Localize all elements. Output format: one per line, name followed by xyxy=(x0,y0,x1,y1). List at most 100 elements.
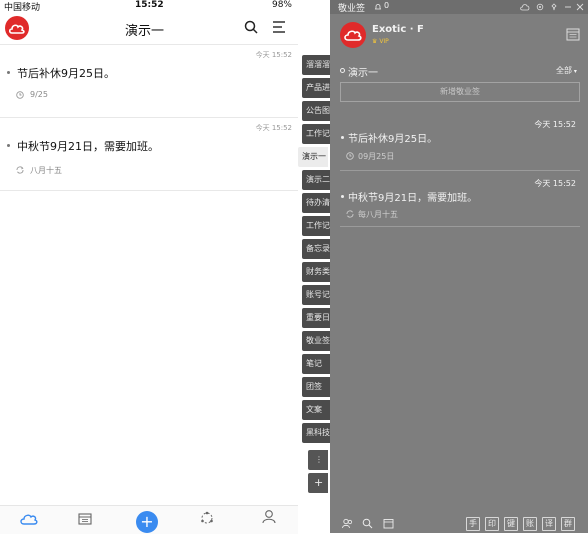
team-icon[interactable] xyxy=(342,518,353,529)
note-reminder-date: 09月25日 xyxy=(358,152,395,161)
close-icon[interactable] xyxy=(576,3,584,11)
list-item[interactable]: 今天 15:52 中秋节9月21日，需要加班。 每八月十五 xyxy=(330,174,588,226)
tab-notes[interactable] xyxy=(14,510,44,529)
category-tab[interactable]: 产品进 xyxy=(302,78,330,98)
add-category-button[interactable]: + xyxy=(308,473,328,493)
category-bullet xyxy=(340,68,345,73)
user-icon xyxy=(262,510,276,524)
category-title: 演示一 xyxy=(348,68,378,79)
category-tabs: 溜溜溜 产品进 公告图 工作记 演示一 演示二 待办清 工作记 备忘录 财务类 账号记 重要日 敬业签笔… xyxy=(298,55,330,495)
category-tab[interactable]: 溜溜溜 xyxy=(302,55,330,75)
category-tab[interactable]: 演示二 xyxy=(302,170,330,190)
keyboard-button[interactable]: 键 xyxy=(504,517,518,531)
repeat-icon xyxy=(16,166,24,174)
user-avatar[interactable] xyxy=(340,22,366,48)
account-button[interactable]: 账 xyxy=(523,517,537,531)
search-icon[interactable] xyxy=(362,518,373,529)
page-title[interactable]: 演示一 xyxy=(125,20,164,39)
note-timestamp: 今天 15:52 xyxy=(255,51,292,59)
divider xyxy=(340,226,580,227)
divider xyxy=(0,44,298,45)
category-tab[interactable]: 重要日 xyxy=(302,308,330,328)
category-tab[interactable]: 演示一 xyxy=(298,147,328,167)
category-tab[interactable]: 工作记 xyxy=(302,124,330,144)
app-name: 敬业签 xyxy=(338,4,366,14)
battery-label: 98% xyxy=(271,0,292,10)
clock-icon xyxy=(16,91,24,99)
chevron-down-icon: ▾ xyxy=(572,68,577,75)
note-reminder-date: 9/25 xyxy=(30,90,48,99)
note-timestamp: 今天 15:52 xyxy=(534,179,576,188)
desktop-panel: 敬业签 0 Exotic · F ♛ VIP 演示一 全部 ▾ 新增敬业签 今天… xyxy=(330,0,588,533)
list-item[interactable]: 今天 15:52 节后补休9月25日。 09月25日 xyxy=(330,115,588,169)
team-icon xyxy=(201,511,213,524)
user-name: Exotic · F xyxy=(372,24,424,35)
add-note-button[interactable]: + xyxy=(136,511,158,533)
bullet xyxy=(7,71,10,74)
category-tab[interactable]: 工作记 xyxy=(302,216,330,236)
cloud-sync-icon[interactable] xyxy=(520,3,530,11)
handwrite-button[interactable]: 手 xyxy=(466,517,480,531)
note-text: 中秋节9月21日，需要加班。 xyxy=(17,140,159,153)
divider xyxy=(0,190,298,191)
panel-footer: 手 印 键 账 译 群 xyxy=(330,514,588,533)
note-reminder-date: 每八月十五 xyxy=(358,210,398,219)
settings-icon[interactable] xyxy=(536,3,544,11)
minimize-icon[interactable] xyxy=(564,3,572,11)
list-item[interactable]: 今天 15:52 中秋节9月21日，需要加班。 八月十五 xyxy=(0,119,298,189)
phone-screen: 中国移动 15:52 98% 演示一 今天 15:52 节后补休9月25日。 9… xyxy=(0,0,298,534)
translate-button[interactable]: 译 xyxy=(542,517,556,531)
note-reminder-date: 八月十五 xyxy=(30,166,62,175)
category-tab[interactable]: 待办清 xyxy=(302,193,330,213)
repeat-icon xyxy=(346,210,354,218)
tab-team[interactable] xyxy=(200,510,216,529)
vip-label: VIP xyxy=(379,38,389,45)
divider xyxy=(0,117,298,118)
bullet xyxy=(341,195,344,198)
category-tab[interactable]: 备忘录 xyxy=(302,239,330,259)
search-icon[interactable] xyxy=(244,20,258,34)
bullet xyxy=(7,144,10,147)
calendar-icon[interactable] xyxy=(383,518,394,529)
category-tab[interactable]: 黑科技 xyxy=(302,423,330,443)
category-tab[interactable]: 团签 xyxy=(302,377,330,397)
note-timestamp: 今天 15:52 xyxy=(255,124,292,132)
category-tab[interactable]: 账号记 xyxy=(302,285,330,305)
category-tab[interactable]: 公告图 xyxy=(302,101,330,121)
tab-calendar[interactable] xyxy=(78,510,94,529)
vip-badge: ♛ VIP xyxy=(372,38,389,45)
note-text: 节后补休9月25日。 xyxy=(348,134,438,145)
filter-dropdown[interactable]: 全部 ▾ xyxy=(556,65,577,76)
note-text: 中秋节9月21日，需要加班。 xyxy=(348,193,478,204)
add-note-button[interactable]: 新增敬业签 xyxy=(340,82,580,102)
category-tab[interactable]: 文案 xyxy=(302,400,330,420)
category-tab[interactable]: 财务类 xyxy=(302,262,330,282)
pin-icon[interactable] xyxy=(550,3,558,11)
list-item[interactable]: 今天 15:52 节后补休9月25日。 9/25 xyxy=(0,46,298,110)
category-tab[interactable]: 笔记 xyxy=(302,354,330,374)
tab-profile[interactable] xyxy=(262,509,278,528)
crown-icon: ♛ xyxy=(372,38,378,45)
cloud-icon xyxy=(9,24,25,34)
bell-icon[interactable] xyxy=(374,3,382,11)
app-logo[interactable] xyxy=(5,16,29,40)
panel-titlebar: 敬业签 0 xyxy=(330,0,588,14)
clock: 15:52 xyxy=(135,0,164,10)
bullet xyxy=(341,136,344,139)
divider xyxy=(340,170,580,171)
calendar-icon xyxy=(78,513,92,525)
more-tabs-button[interactable]: ⋮ xyxy=(308,450,328,470)
group-button[interactable]: 群 xyxy=(561,517,575,531)
filter-label: 全部 xyxy=(556,66,572,75)
status-bar: 中国移动 15:52 98% xyxy=(0,0,298,13)
cloud-icon xyxy=(344,30,362,41)
cloud-icon xyxy=(20,514,38,525)
carrier-label: 中国移动 xyxy=(4,3,41,13)
print-button[interactable]: 印 xyxy=(485,517,499,531)
note-timestamp: 今天 15:52 xyxy=(534,120,576,129)
category-tab[interactable]: 敬业签 xyxy=(302,331,330,351)
notification-count: 0 xyxy=(384,1,390,10)
clock-icon xyxy=(346,152,354,160)
menu-icon[interactable] xyxy=(272,20,286,34)
calendar-icon[interactable] xyxy=(566,27,580,41)
